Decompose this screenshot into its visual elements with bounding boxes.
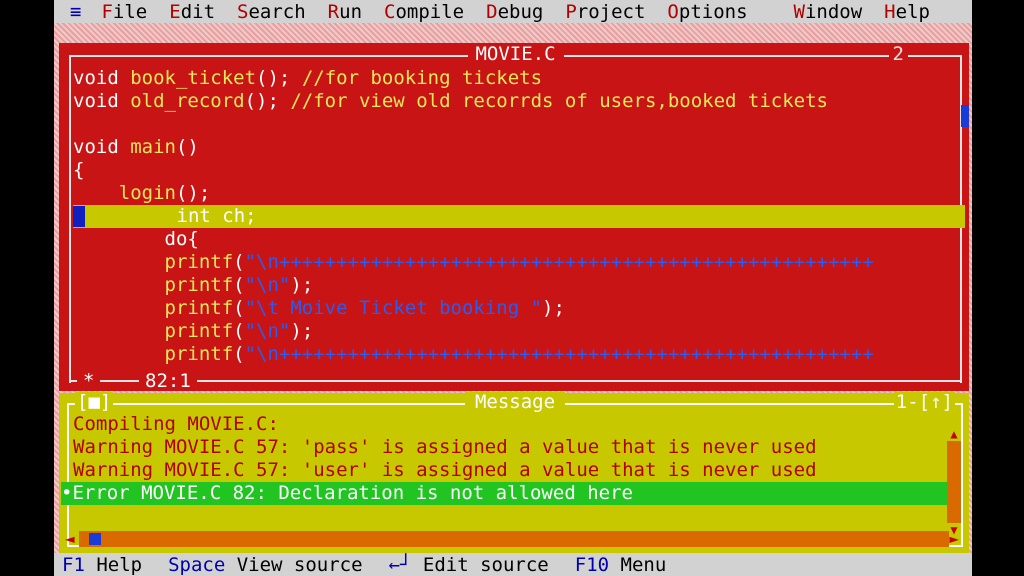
code-line[interactable]: void main() <box>73 136 965 159</box>
code-line[interactable]: printf("\n"); <box>73 320 965 343</box>
message-title: Message <box>464 392 566 412</box>
message-horizontal-scrollbar[interactable]: ◄ ► <box>65 531 959 547</box>
message-item[interactable]: Compiling MOVIE.C: <box>73 413 963 436</box>
cursor-position: 82:1 <box>139 371 197 391</box>
status-view-source[interactable]: Space View source <box>168 554 362 576</box>
menu-item-project[interactable]: Project <box>565 1 645 23</box>
code-area[interactable]: void book_ticket(); //for booking ticket… <box>73 67 965 366</box>
menu-item-debug[interactable]: Debug <box>486 1 543 23</box>
modified-marker: * <box>77 371 101 391</box>
message-window-number[interactable]: 1-[↑] <box>893 392 955 412</box>
menu-item-run[interactable]: Run <box>328 1 362 23</box>
code-line[interactable] <box>73 113 965 136</box>
status-bar: F1 Help Space View source ←┘ Edit source F1… <box>54 553 972 576</box>
menu-item-compile[interactable]: Compile <box>384 1 464 23</box>
message-list: Compiling MOVIE.C: Warning MOVIE.C 57: 'p… <box>61 413 963 505</box>
menu-item-window[interactable]: Window <box>794 1 863 23</box>
scroll-right-icon[interactable]: ► <box>949 531 959 547</box>
scroll-left-icon[interactable]: ◄ <box>65 531 75 547</box>
code-line[interactable]: void book_ticket(); //for booking ticket… <box>73 67 965 90</box>
turbo-c-screen: ≡ File Edit Search Run Compile Debug Project Op… <box>54 0 972 576</box>
menu-item-file[interactable]: File <box>101 1 147 23</box>
hscroll-thumb[interactable] <box>89 533 101 545</box>
menu-item-help[interactable]: Help <box>884 1 930 23</box>
editor-window-number: 2 <box>888 44 908 64</box>
code-line[interactable]: printf("\n++++++++++++++++++++++++++++++… <box>73 343 965 366</box>
code-line[interactable]: printf("\n"); <box>73 274 965 297</box>
message-item[interactable]: Warning MOVIE.C 57: 'user' is assigned a… <box>73 459 963 482</box>
code-line[interactable]: void old_record(); //for view old recorr… <box>73 90 965 113</box>
code-line[interactable]: printf("\n++++++++++++++++++++++++++++++… <box>73 251 965 274</box>
message-close-button[interactable]: [■] <box>75 392 114 412</box>
editor-status: * 82:1 <box>69 371 962 391</box>
message-item-selected[interactable]: •Error MOVIE.C 82: Declaration is not al… <box>61 482 948 505</box>
editor-window[interactable]: MOVIE.C 2 void book_ticket(); //for book… <box>59 43 969 391</box>
editor-title: MOVIE.C <box>467 44 564 64</box>
status-help[interactable]: F1 Help <box>62 554 142 576</box>
code-line[interactable]: printf("\t Moive Ticket booking "); <box>73 297 965 320</box>
menu-item-options[interactable]: Options <box>667 1 747 23</box>
menu-bar: ≡ File Edit Search Run Compile Debug Project Op… <box>54 0 972 23</box>
menu-items: File Edit Search Run Compile Debug Project Opti… <box>101 1 952 23</box>
menu-item-search[interactable]: Search <box>237 1 306 23</box>
code-line-current[interactable]: int ch; <box>73 205 965 228</box>
code-line[interactable]: do{ <box>73 228 965 251</box>
menu-item-edit[interactable]: Edit <box>169 1 215 23</box>
code-line[interactable]: { <box>73 159 965 182</box>
message-window[interactable]: [■] Message 1-[↑] ▲ ▼ Compiling MOVIE.C:… <box>59 392 969 553</box>
status-edit-source[interactable]: ←┘ Edit source <box>389 554 549 576</box>
text-cursor <box>73 206 85 227</box>
code-line[interactable]: login(); <box>73 182 965 205</box>
message-item[interactable]: Warning MOVIE.C 57: 'pass' is assigned a… <box>73 436 963 459</box>
system-menu-icon[interactable]: ≡ <box>70 1 81 23</box>
status-menu[interactable]: F10 Menu <box>575 554 667 576</box>
